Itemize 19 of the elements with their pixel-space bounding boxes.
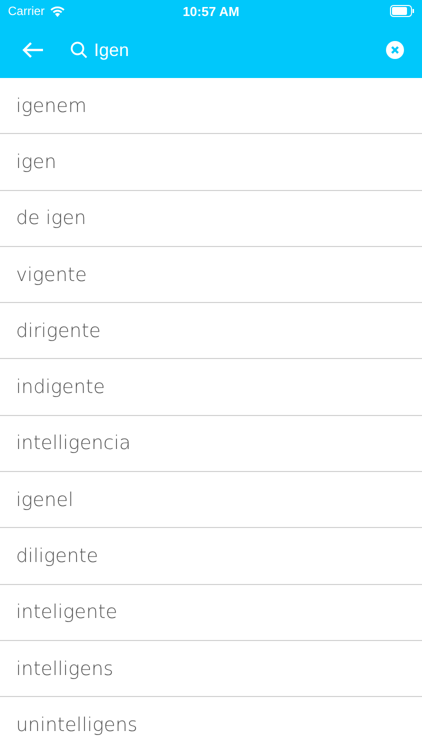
- result-item[interactable]: indigente: [16, 376, 105, 398]
- result-item[interactable]: igen: [16, 150, 56, 173]
- battery-icon: [390, 5, 414, 17]
- search-icon: [70, 41, 88, 59]
- result-item[interactable]: dirigente: [16, 320, 101, 342]
- result-item[interactable]: igenem: [16, 94, 87, 117]
- result-item[interactable]: intelligens: [16, 658, 114, 680]
- result-item[interactable]: intelligencia: [16, 432, 131, 454]
- result-item[interactable]: inteligente: [16, 601, 118, 624]
- clock: 10:57 AM: [182, 4, 240, 18]
- wifi-icon: [50, 6, 65, 16]
- result-item[interactable]: igenel: [16, 488, 74, 511]
- back-button[interactable]: [22, 41, 44, 59]
- clear-button[interactable]: [386, 41, 404, 59]
- result-item[interactable]: unintelligens: [16, 714, 138, 736]
- carrier-label: Carrier: [8, 4, 45, 18]
- result-item[interactable]: vigente: [16, 264, 87, 286]
- result-item[interactable]: diligente: [16, 545, 98, 568]
- result-item[interactable]: de igen: [16, 207, 86, 230]
